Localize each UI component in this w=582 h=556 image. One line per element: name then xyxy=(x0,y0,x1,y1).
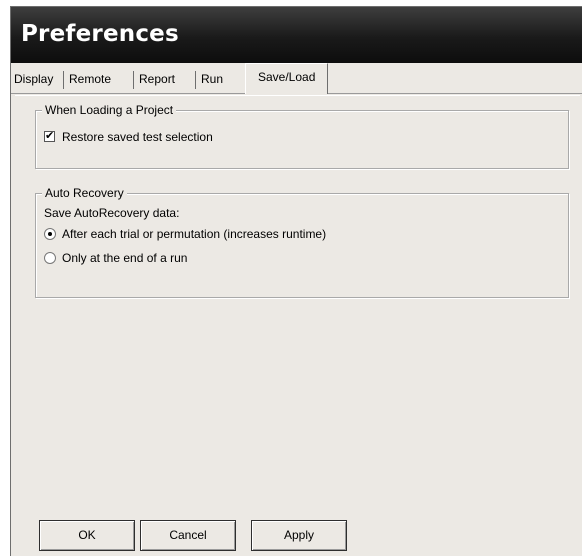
tab-separator xyxy=(195,71,196,89)
check-icon: ✔ xyxy=(44,130,55,142)
tab-strip: Display Remote Report Run Save/Load xyxy=(11,63,582,94)
tab-report[interactable]: Report xyxy=(136,66,178,92)
after-each-trial-label: After each trial or permutation (increas… xyxy=(62,227,327,241)
save-autorecovery-label: Save AutoRecovery data: xyxy=(44,206,180,220)
tab-display[interactable]: Display xyxy=(11,66,56,92)
radio-selected-icon xyxy=(44,228,56,240)
tab-run[interactable]: Run xyxy=(198,66,226,92)
title-bar[interactable]: Preferences xyxy=(11,7,582,63)
apply-button[interactable]: Apply xyxy=(251,520,347,551)
tab-save-load[interactable]: Save/Load xyxy=(245,63,329,94)
tab-remote[interactable]: Remote xyxy=(66,66,114,92)
window-title: Preferences xyxy=(21,21,179,47)
end-of-run-label: Only at the end of a run xyxy=(62,251,188,265)
tab-separator xyxy=(63,71,64,89)
auto-recovery-group: Auto Recovery Save AutoRecovery data: Af… xyxy=(35,186,569,298)
tab-separator xyxy=(133,71,134,89)
ok-button[interactable]: OK xyxy=(39,520,135,551)
cancel-button[interactable]: Cancel xyxy=(140,520,236,551)
loading-group-legend: When Loading a Project xyxy=(42,103,177,117)
save-load-panel: When Loading a Project ✔ Restore saved t… xyxy=(15,95,580,505)
loading-group: When Loading a Project ✔ Restore saved t… xyxy=(35,103,569,169)
radio-unselected-icon xyxy=(44,252,56,264)
preferences-window: Preferences Display Remote Report Run Sa… xyxy=(10,6,582,556)
auto-recovery-legend: Auto Recovery xyxy=(42,186,127,200)
restore-selection-label: Restore saved test selection xyxy=(62,130,213,144)
